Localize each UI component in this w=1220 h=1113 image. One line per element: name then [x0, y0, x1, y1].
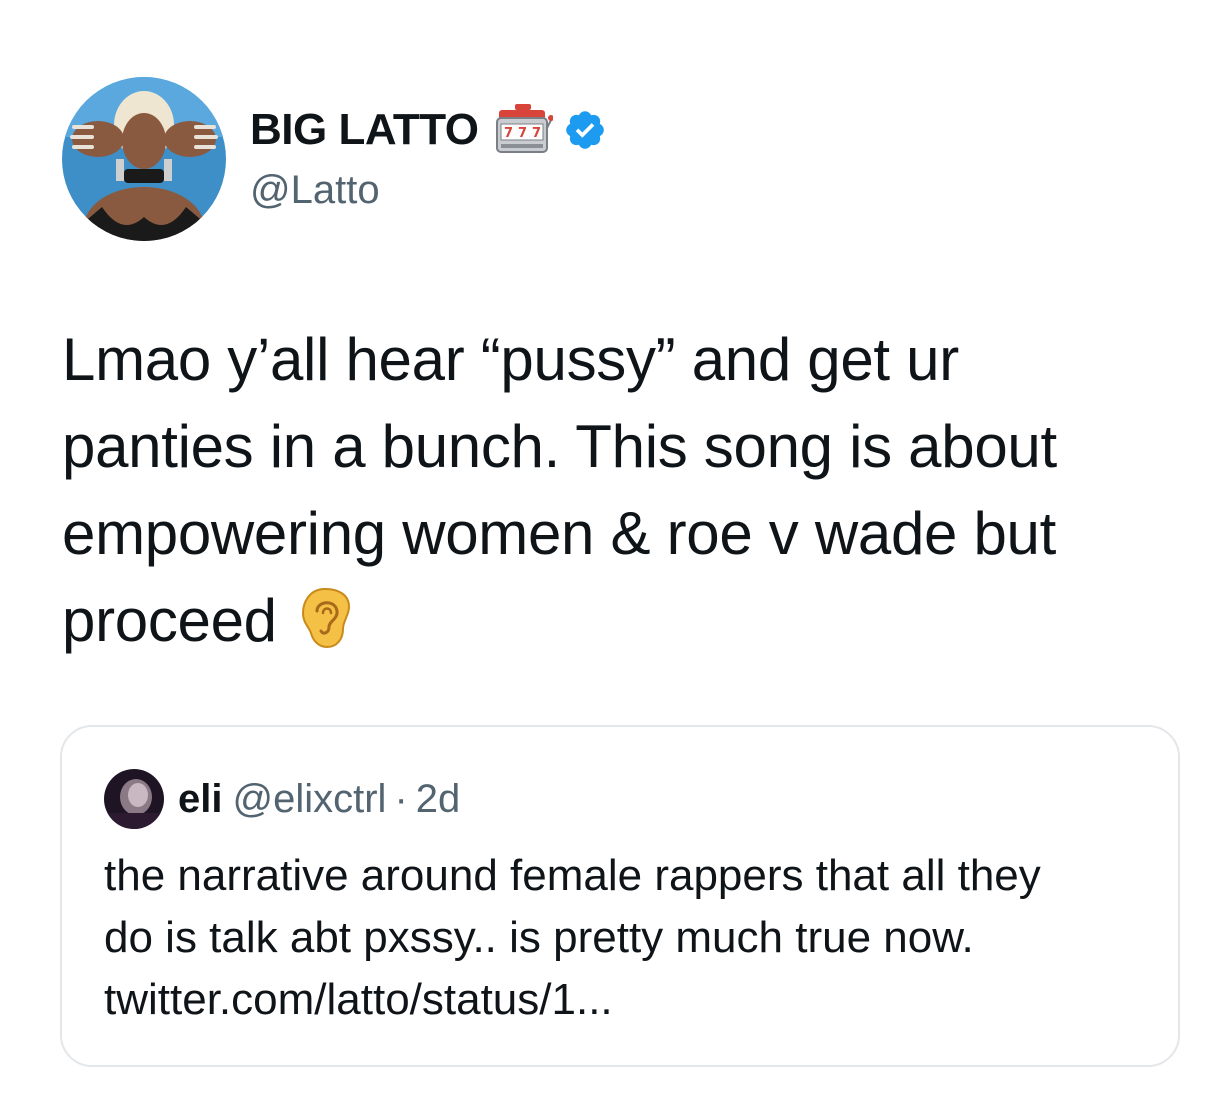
quoted-tweet-text: the narrative around female rappers that… [104, 845, 1164, 1031]
author-handle[interactable]: @Latto [250, 164, 380, 216]
quoted-tweet-header: eli @elixctrl · 2d [104, 769, 460, 829]
author-display-name[interactable]: BIG LATTO [250, 104, 479, 156]
quoted-author-handle[interactable]: @elixctrl [232, 777, 386, 822]
tweet-text-line: Lmao y’all hear “pussy” and get ur [62, 326, 959, 393]
svg-text:7: 7 [532, 126, 541, 141]
ear-icon [297, 585, 353, 649]
quoted-text-line: the narrative around female rappers that… [104, 851, 1041, 900]
quoted-timestamp[interactable]: 2d [416, 777, 461, 822]
tweet-text-line: empowering women & roe v wade but [62, 500, 1056, 567]
svg-text:7: 7 [504, 126, 513, 141]
dot-separator: · [394, 776, 408, 821]
tweet-text-line: panties in a bunch. This song is about [62, 413, 1057, 480]
tweet-text-line: proceed [62, 587, 277, 654]
tweet-text: Lmao y’all hear “pussy” and get ur panti… [62, 316, 1192, 664]
slot-machine-icon: 7 7 7 [493, 102, 554, 158]
author-avatar[interactable] [62, 77, 226, 241]
quoted-text-line: do is talk abt pxssy.. is pretty much tr… [104, 913, 974, 962]
tweet-text-line-last: proceed [62, 577, 1192, 664]
svg-text:7: 7 [518, 126, 527, 141]
quoted-tweet-card[interactable]: eli @elixctrl · 2d the narrative around … [60, 725, 1180, 1067]
avatar-image [62, 77, 226, 241]
quoted-text-link[interactable]: twitter.com/latto/status/1... [104, 969, 1164, 1031]
verified-badge-icon[interactable] [563, 108, 607, 152]
tweet: BIG LATTO 7 7 7 @Latto Lmao y’all hear “… [0, 0, 1220, 1113]
author-name-row: BIG LATTO 7 7 7 [250, 104, 607, 156]
quoted-author-avatar[interactable] [104, 769, 164, 829]
quoted-author-name[interactable]: eli [178, 777, 222, 822]
